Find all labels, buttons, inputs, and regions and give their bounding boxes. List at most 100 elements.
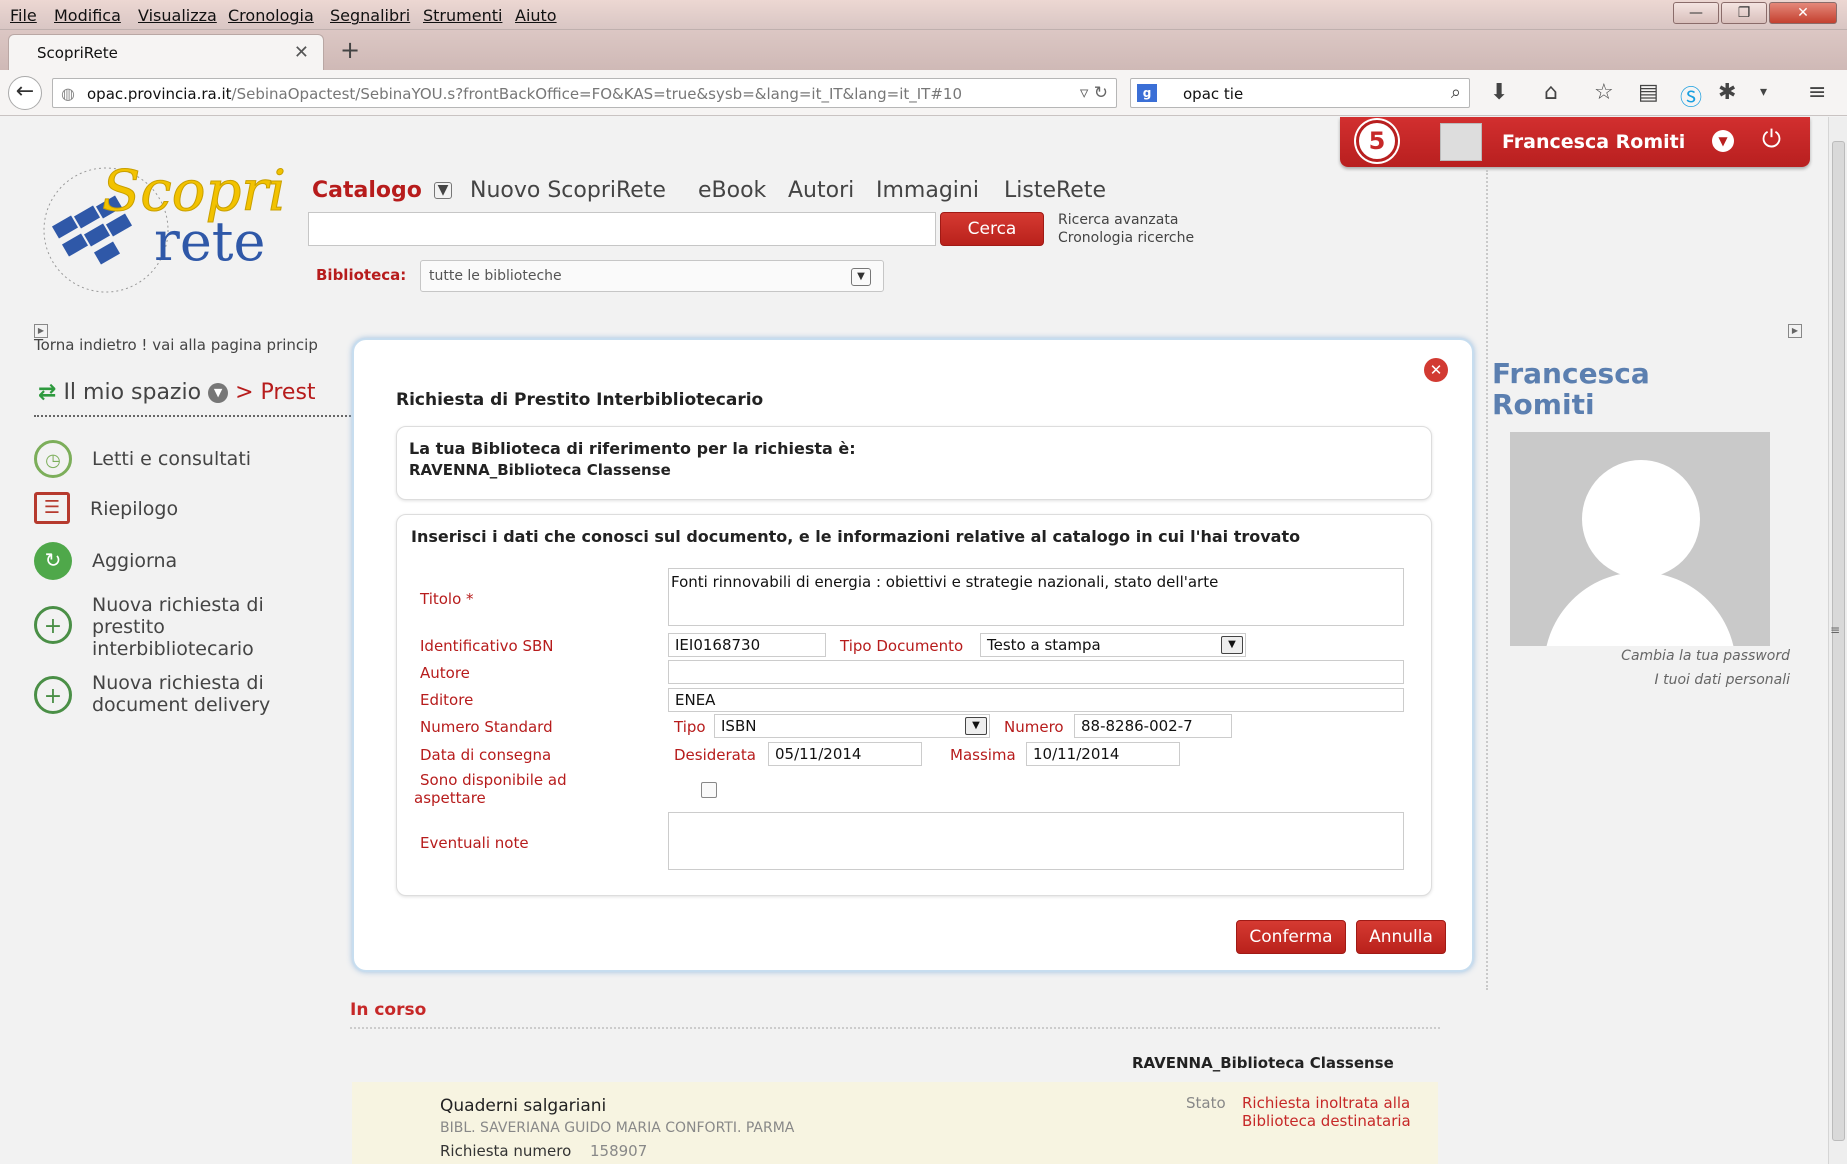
nav-catalogo[interactable]: Catalogo [312, 178, 422, 203]
item-title[interactable]: Quaderni salgariani [440, 1096, 606, 1116]
notification-badge[interactable]: 5 [1356, 120, 1398, 162]
toolbar-dropdown-icon[interactable]: ▾ [1760, 84, 1767, 100]
vertical-scrollbar[interactable] [1828, 117, 1847, 1164]
nav-listerete[interactable]: ListeRete [1004, 178, 1106, 203]
addon-icon[interactable]: ✱ [1718, 80, 1736, 105]
left-menu-nuova-dd[interactable]: + Nuova richiesta di document delivery [34, 672, 292, 716]
power-icon[interactable]: ⏻ [1762, 125, 1781, 153]
google-icon[interactable]: g [1137, 84, 1157, 102]
url-bar[interactable]: ◍ opac.provincia.ra.it/SebinaOpactest/Se… [52, 78, 1117, 108]
cerca-button[interactable]: Cerca [940, 212, 1044, 246]
left-menu-riepilogo[interactable]: ☰ Riepilogo [34, 492, 178, 524]
chevron-down-icon[interactable]: ▼ [1712, 130, 1734, 152]
numero-standard-label: Numero Standard [420, 718, 553, 736]
menu-modifica[interactable]: Modifica [54, 6, 121, 25]
item-request-number: 158907 [590, 1142, 648, 1160]
profile-name: Francesca Romiti [1492, 358, 1650, 420]
nav-immagini[interactable]: Immagini [876, 178, 979, 203]
hamburger-menu-icon[interactable]: ≡ [1808, 80, 1826, 105]
maximize-button[interactable]: ❐ [1721, 2, 1767, 24]
browser-search-box[interactable]: g opac tie ⌕ [1130, 78, 1470, 108]
menu-aiuto[interactable]: Aiuto [515, 6, 557, 25]
window-close-button[interactable]: ✕ [1769, 2, 1837, 24]
my-space-label[interactable]: Il mio spazio [63, 380, 201, 405]
menu-cronologia[interactable]: Cronologia [228, 6, 314, 25]
list-item[interactable]: Quaderni salgariani BIBL. SAVERIANA GUID… [352, 1082, 1438, 1164]
chevron-down-icon[interactable]: ▼ [851, 268, 871, 286]
numero-label: Numero [1004, 718, 1064, 736]
massima-input[interactable]: 10/11/2014 [1026, 742, 1180, 766]
library-select[interactable]: tutte le biblioteche ▼ [420, 260, 884, 292]
left-menu-riepilogo-label: Riepilogo [90, 498, 179, 520]
form-intro: Inserisci i dati che conosci sul documen… [411, 527, 1301, 546]
logo-rete-text: rete [154, 210, 265, 273]
scoprirete-logo[interactable]: Scopri rete [26, 140, 286, 300]
tab-bar: ScopriRete ✕ + [0, 30, 1847, 70]
user-name[interactable]: Francesca Romiti [1502, 131, 1685, 153]
catalogo-dropdown-icon[interactable]: ▼ [434, 182, 452, 199]
note-textarea[interactable] [668, 812, 1404, 870]
grip-icon[interactable]: ≡ [1828, 624, 1842, 638]
download-icon[interactable]: ⬇ [1490, 80, 1508, 105]
editore-label: Editore [420, 691, 474, 709]
numero-input[interactable]: 88-8286-002-7 [1074, 714, 1232, 738]
editore-input[interactable]: ENEA [668, 688, 1404, 712]
left-menu-aggiorna[interactable]: ↻ Aggiorna [34, 542, 177, 580]
url-text: opac.provincia.ra.it/SebinaOpactest/Sebi… [87, 85, 962, 103]
profile-last-name: Romiti [1492, 388, 1595, 421]
reading-list-icon[interactable]: ▤ [1638, 80, 1659, 105]
tab-close-icon[interactable]: ✕ [294, 42, 309, 63]
browser-tab[interactable]: ScopriRete ✕ [8, 34, 324, 70]
tipo-documento-select[interactable]: Testo a stampa ▼ [980, 633, 1246, 657]
dialog-title: Richiesta di Prestito Interbibliotecario [396, 390, 764, 410]
tipo-select[interactable]: ISBN ▼ [714, 714, 990, 738]
desiderata-label: Desiderata [674, 746, 756, 764]
tipo-label: Tipo [674, 718, 706, 736]
menu-strumenti[interactable]: Strumenti [423, 6, 502, 25]
back-button[interactable]: ← [8, 76, 42, 110]
advanced-search-link[interactable]: Ricerca avanzata [1058, 212, 1178, 228]
breadcrumb[interactable]: Torna indietro ! vai alla pagina princip [34, 336, 318, 354]
plus-circle-icon: + [34, 606, 72, 644]
titolo-textarea[interactable]: Fonti rinnovabili di energia : obiettivi… [668, 568, 1404, 626]
new-tab-icon[interactable]: + [340, 36, 360, 64]
collapse-right-icon[interactable]: ▶ [1788, 324, 1802, 338]
nav-nuovo-scoprirete[interactable]: Nuovo ScopriRete [470, 178, 666, 203]
chevron-down-icon[interactable]: ▼ [208, 383, 229, 403]
bookmark-star-icon[interactable]: ☆ [1594, 80, 1614, 105]
catalog-search-input[interactable] [308, 212, 936, 246]
left-menu-nuova-prestito[interactable]: + Nuova richiesta di prestito interbibli… [34, 594, 282, 660]
left-menu-letti[interactable]: ◷ Letti e consultati [34, 440, 251, 478]
left-menu-aggiorna-label: Aggiorna [92, 550, 178, 572]
chevron-down-icon[interactable]: ▼ [965, 717, 987, 735]
search-history-link[interactable]: Cronologia ricerche [1058, 230, 1194, 246]
sbn-input[interactable]: IEI0168730 [668, 633, 826, 657]
menu-visualizza[interactable]: Visualizza [138, 6, 217, 25]
titolo-label: Titolo * [420, 590, 474, 608]
scrollbar-thumb[interactable] [1832, 141, 1845, 1141]
conferma-button[interactable]: Conferma [1236, 920, 1346, 954]
desiderata-input[interactable]: 05/11/2014 [768, 742, 922, 766]
list-library: RAVENNA_Biblioteca Classense [1132, 1054, 1394, 1072]
personal-data-link[interactable]: I tuoi dati personali [1655, 672, 1791, 688]
nav-autori[interactable]: Autori [788, 178, 854, 203]
autore-input[interactable] [668, 660, 1404, 684]
library-select-value: tutte le biblioteche [429, 268, 562, 284]
annulla-button[interactable]: Annulla [1356, 920, 1446, 954]
profile-first-name: Francesca [1492, 357, 1650, 390]
home-icon[interactable]: ⌂ [1544, 80, 1558, 105]
reference-library-box: La tua Biblioteca di riferimento per la … [396, 426, 1432, 500]
close-icon[interactable]: ✕ [1424, 358, 1448, 382]
massima-label: Massima [950, 746, 1016, 764]
nav-ebook[interactable]: eBook [698, 178, 766, 203]
minimize-button[interactable]: — [1673, 2, 1719, 24]
chevron-down-icon[interactable]: ▼ [1221, 636, 1243, 654]
menu-file[interactable]: File [10, 6, 37, 25]
search-icon[interactable]: ⌕ [1451, 82, 1461, 103]
change-password-link[interactable]: Cambia la tua password [1621, 648, 1790, 664]
menu-segnalibri[interactable]: Segnalibri [330, 6, 410, 25]
reload-icon[interactable]: ▿ ↻ [1080, 83, 1108, 103]
attesa-checkbox[interactable] [701, 782, 717, 798]
avatar[interactable] [1440, 123, 1482, 161]
skype-icon[interactable]: Ⓢ [1680, 80, 1702, 112]
